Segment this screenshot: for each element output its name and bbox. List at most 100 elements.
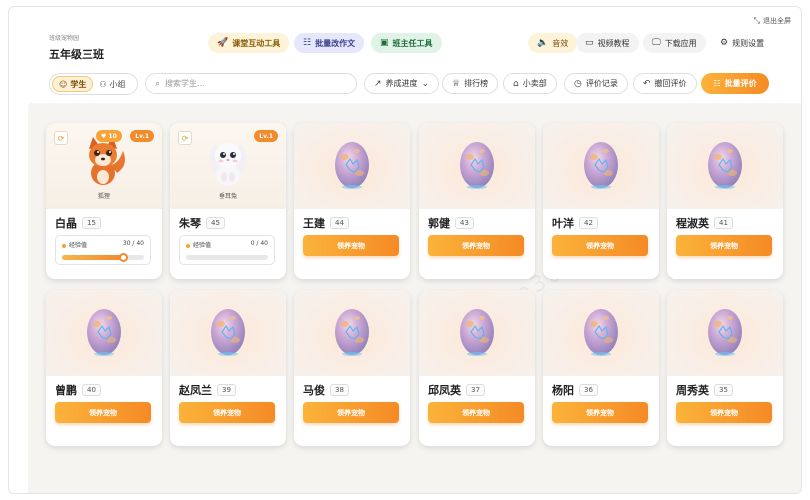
student-name-text: 杨阳: [552, 384, 574, 397]
rule-settings-button[interactable]: ⚙ 规则设置: [711, 33, 773, 53]
eval-records-button[interactable]: ◷ 评价记录: [564, 73, 628, 94]
batch-essay-button[interactable]: ☷ 批量改作文: [294, 33, 365, 53]
app-frame: ⤡ 退出全屏 班级宠物园 五年级三班 🚀 课堂互动工具 ☷ 批量改作文 ▣ 班主…: [8, 6, 802, 494]
student-name-text: 王建: [303, 217, 325, 230]
pet-egg-icon: [708, 309, 742, 356]
class-header: 班级宠物园 五年级三班: [49, 33, 104, 62]
student-card[interactable]: 程淑英 41 领养宠物: [667, 123, 783, 279]
adopt-pet-button[interactable]: 领养宠物: [552, 402, 648, 423]
store-icon: ⌂: [513, 78, 519, 89]
student-card[interactable]: 叶洋 42 领养宠物: [543, 123, 659, 279]
student-card[interactable]: ⟳ ♥ 10 Lv.1 狐狸 白晶 15 经验值 30 / 40: [46, 123, 162, 279]
student-card[interactable]: 邱凤英 37 领养宠物: [419, 290, 535, 446]
student-card[interactable]: 杨阳 36 领养宠物: [543, 290, 659, 446]
student-name-text: 周秀英: [676, 384, 709, 397]
pet-egg-icon: [87, 309, 121, 356]
student-name: 曾鹏 40: [55, 382, 101, 398]
exp-value: 0 / 40: [250, 240, 268, 247]
student-number: 38: [330, 384, 349, 396]
exp-bar-knob: [118, 253, 128, 262]
class-title: 五年级三班: [49, 48, 104, 61]
pet-egg-icon: [584, 309, 618, 356]
pet-picture: [46, 290, 162, 376]
adopt-pet-button[interactable]: 领养宠物: [676, 402, 772, 423]
student-icon: ☺: [59, 79, 68, 89]
exp-row: 经验值 0 / 40: [186, 240, 268, 249]
pet-name: 垂耳兔: [218, 193, 237, 200]
pet-picture: [667, 123, 783, 209]
pet-picture: [294, 290, 410, 376]
student-grid: admin365.cn ⟳ ♥ 10 Lv.1 狐狸 白晶 15 经验值 30 / 40 ⟳ Lv…: [28, 103, 801, 493]
student-name-text: 马俊: [303, 384, 325, 397]
student-number: 35: [714, 384, 733, 396]
adopt-pet-button[interactable]: 领养宠物: [179, 402, 275, 423]
student-number: 43: [455, 217, 474, 229]
teacher-tools-button[interactable]: ▣ 班主任工具: [371, 33, 442, 53]
undo-icon: ↶: [643, 78, 651, 89]
student-card[interactable]: ⟳ Lv.1 垂耳兔 朱琴 45 经验值 0 / 40: [170, 123, 286, 279]
adopt-pet-button[interactable]: 领养宠物: [428, 235, 524, 256]
tab-groups[interactable]: ⚇ 小组: [93, 76, 131, 92]
pet-picture: [667, 290, 783, 376]
pet-picture: [543, 123, 659, 209]
student-number: 36: [579, 384, 598, 396]
pet-picture: [543, 290, 659, 376]
student-card[interactable]: 曾鹏 40 领养宠物: [46, 290, 162, 446]
group-icon: ⚇: [99, 79, 107, 89]
video-tutorial-button[interactable]: ▭ 视频教程: [576, 33, 639, 53]
pet-egg-icon: [335, 309, 369, 356]
undo-eval-button[interactable]: ↶ 撤回评价: [633, 73, 697, 94]
rocket-icon: 🚀: [217, 38, 229, 48]
student-name: 朱琴 45: [179, 215, 225, 231]
adopt-pet-button[interactable]: 领养宠物: [676, 235, 772, 256]
student-card[interactable]: 赵凤兰 39 领养宠物: [170, 290, 286, 446]
batch-eval-button[interactable]: ☷ 批量评价: [701, 73, 769, 94]
exit-fullscreen-button[interactable]: ⤡ 退出全屏: [754, 16, 791, 26]
shop-button[interactable]: ⌂ 小卖部: [503, 73, 557, 94]
student-card[interactable]: 马俊 38 领养宠物: [294, 290, 410, 446]
exp-panel: 经验值 0 / 40: [179, 235, 275, 265]
search-icon: ⌕: [155, 78, 161, 89]
pet-picture: [294, 123, 410, 209]
pet-egg-icon: [460, 309, 494, 356]
pet-picture: ⟳ ♥ 10 Lv.1 狐狸: [46, 123, 162, 209]
leaderboard-button[interactable]: ♕ 排行榜: [442, 73, 499, 94]
progress-select[interactable]: ↗ 养成进度 ⌄: [364, 73, 440, 94]
student-card[interactable]: 王建 44 领养宠物: [294, 123, 410, 279]
view-switcher: ☺ 学生 ⚇ 小组: [49, 73, 138, 95]
briefcase-icon: ▣: [380, 38, 389, 48]
student-name-text: 叶洋: [552, 217, 574, 230]
sound-toggle[interactable]: 🔈 音效: [528, 33, 578, 53]
video-icon: ▭: [585, 38, 594, 48]
exp-label: 经验值: [62, 240, 87, 249]
gear-icon: ⚙: [720, 38, 729, 48]
refresh-icon[interactable]: ⟳: [54, 131, 68, 145]
adopt-pet-button[interactable]: 领养宠物: [303, 402, 399, 423]
classroom-tools-button[interactable]: 🚀 课堂互动工具: [208, 33, 290, 53]
exp-row: 经验值 30 / 40: [62, 240, 144, 249]
adopt-pet-button[interactable]: 领养宠物: [303, 235, 399, 256]
adopt-pet-button[interactable]: 领养宠物: [552, 235, 648, 256]
pet-egg-icon: [460, 142, 494, 189]
pet-name: 狐狸: [97, 193, 110, 200]
pet-egg-icon: [708, 142, 742, 189]
student-name: 马俊 38: [303, 382, 349, 398]
student-name: 程淑英 41: [676, 215, 733, 231]
student-number: 44: [330, 217, 349, 229]
history-icon: ◷: [574, 78, 582, 89]
bunny-icon: [210, 143, 246, 186]
student-card[interactable]: 郭健 43 领养宠物: [419, 123, 535, 279]
student-name: 周秀英 35: [676, 382, 733, 398]
speaker-icon: 🔈: [537, 38, 549, 48]
student-name-text: 赵凤兰: [179, 384, 212, 397]
tab-students[interactable]: ☺ 学生: [52, 76, 94, 92]
adopt-pet-button[interactable]: 领养宠物: [428, 402, 524, 423]
download-app-button[interactable]: 🖵 下载应用: [643, 33, 706, 53]
exp-panel: 经验值 30 / 40: [55, 235, 151, 265]
adopt-pet-button[interactable]: 领养宠物: [55, 402, 151, 423]
student-card[interactable]: 周秀英 35 领养宠物: [667, 290, 783, 446]
pet-picture: [419, 290, 535, 376]
search-input[interactable]: [165, 79, 346, 88]
pet-picture: [419, 123, 535, 209]
refresh-icon[interactable]: ⟳: [178, 131, 192, 145]
